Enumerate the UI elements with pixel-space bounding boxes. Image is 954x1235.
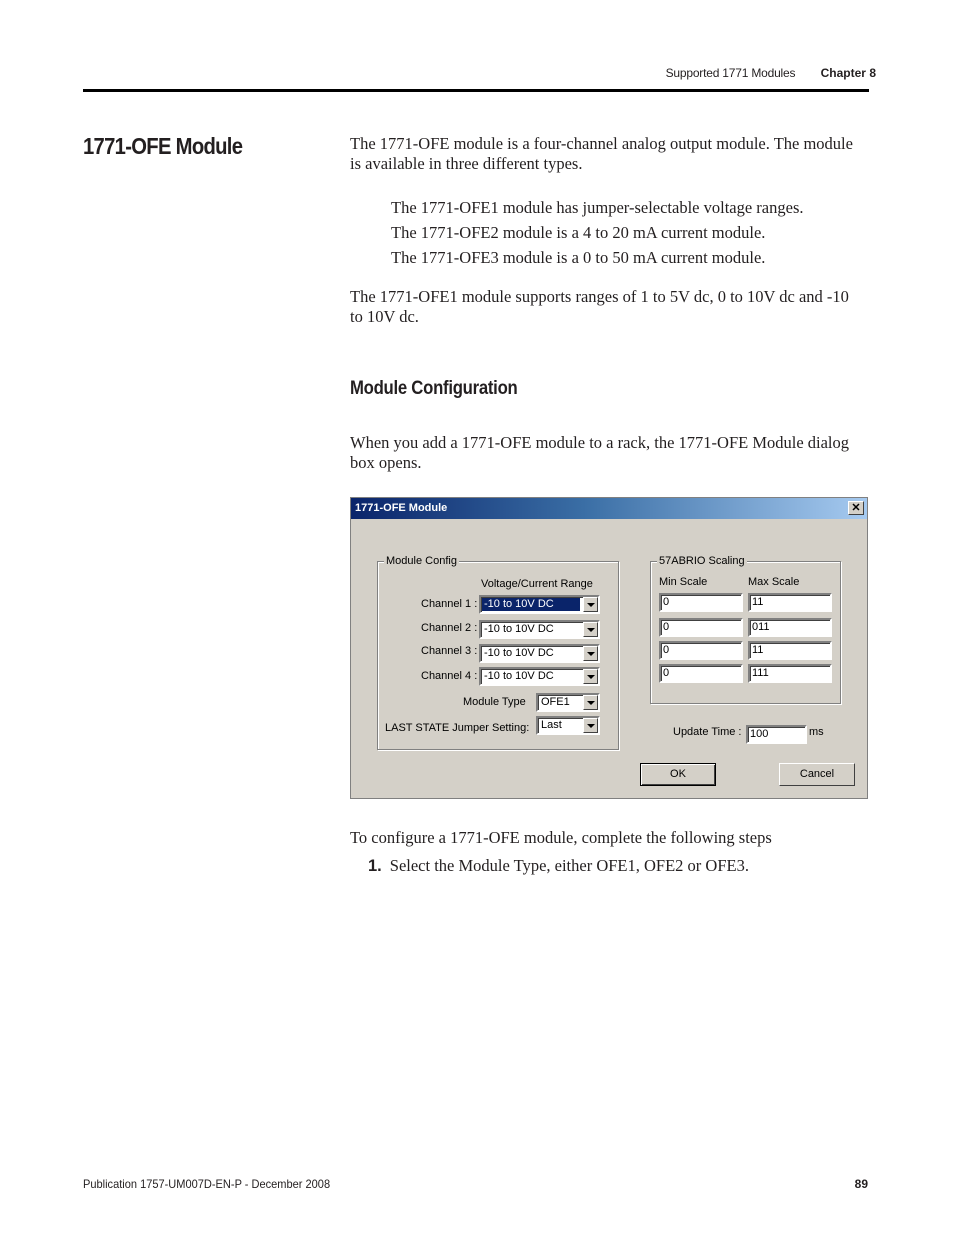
chevron-down-icon[interactable] — [583, 622, 598, 637]
update-time-value: 100 — [750, 728, 769, 740]
chevron-down-icon[interactable] — [583, 646, 598, 661]
chevron-down-icon[interactable] — [583, 597, 598, 612]
module-types-list: The 1771-OFE1 module has jumper-selectab… — [391, 195, 804, 270]
subheading: Module Configuration — [350, 378, 518, 399]
header-chapter-label: Chapter 8 — [820, 66, 876, 80]
channel-1-value: -10 to 10V DC — [482, 598, 580, 611]
step-item: 1. Select the Module Type, either OFE1, O… — [368, 856, 749, 876]
step-number: 1. — [368, 857, 382, 875]
min-scale-input-2[interactable]: 0 — [659, 618, 743, 637]
update-time-input[interactable]: 100 — [746, 725, 807, 744]
channel-3-label: Channel 3 : — [421, 645, 478, 657]
module-type-item: The 1771-OFE1 module has jumper-selectab… — [391, 198, 804, 217]
running-header: Supported 1771 Modules Chapter 8 — [666, 66, 876, 80]
cancel-button[interactable]: Cancel — [779, 763, 855, 786]
steps-intro: To configure a 1771-OFE module, complete… — [350, 828, 772, 847]
dialog-titlebar: 1771-OFE Module ✕ — [351, 498, 867, 519]
module-type-value: OFE1 — [541, 696, 570, 708]
update-time-label: Update Time : — [673, 726, 742, 738]
last-state-label: LAST STATE Jumper Setting: — [385, 722, 530, 734]
channel-4-range-select[interactable]: -10 to 10V DC — [479, 667, 600, 686]
max-scale-value: 011 — [752, 621, 770, 633]
module-config-group-label: Module Config — [384, 555, 459, 568]
channel-4-label: Channel 4 : — [421, 670, 478, 682]
channel-2-range-select[interactable]: -10 to 10V DC — [479, 620, 600, 639]
update-time-unit: ms — [809, 726, 824, 738]
channel-3-range-select[interactable]: -10 to 10V DC — [479, 644, 600, 663]
max-scale-input-3[interactable]: 11 — [748, 641, 832, 660]
last-state-value: Last — [541, 719, 562, 731]
min-scale-value: 0 — [663, 667, 670, 679]
min-scale-input-4[interactable]: 0 — [659, 664, 743, 683]
footer-page-number: 89 — [854, 1177, 868, 1191]
footer-publication: Publication 1757-UM007D-EN-P - December … — [83, 1177, 331, 1191]
chevron-down-icon[interactable] — [583, 718, 598, 733]
min-scale-input-3[interactable]: 0 — [659, 641, 743, 660]
channel-1-range-select[interactable]: -10 to 10V DC — [479, 595, 600, 614]
ranges-paragraph: The 1771-OFE1 module supports ranges of … — [350, 287, 849, 326]
module-type-item: The 1771-OFE3 module is a 0 to 50 mA cur… — [391, 248, 766, 267]
intro-paragraph: The 1771-OFE module is a four-channel an… — [350, 134, 853, 173]
channel-2-value: -10 to 10V DC — [484, 623, 554, 635]
ok-button[interactable]: OK — [640, 763, 716, 786]
close-button[interactable]: ✕ — [848, 501, 864, 515]
close-icon: ✕ — [851, 502, 861, 514]
dialog-title: 1771-OFE Module — [355, 502, 448, 514]
module-type-label: Module Type — [463, 696, 526, 708]
max-scale-input-1[interactable]: 11 — [748, 593, 832, 612]
channel-1-label: Channel 1 : — [421, 598, 478, 610]
step-text: Select the Module Type, either OFE1, OFE… — [389, 856, 749, 875]
module-type-select[interactable]: OFE1 — [536, 693, 600, 712]
max-scale-input-4[interactable]: 111 — [748, 664, 832, 683]
header-section-label: Supported 1771 Modules — [665, 66, 796, 80]
min-scale-value: 0 — [663, 644, 670, 656]
chevron-down-icon[interactable] — [583, 695, 598, 710]
max-scale-value: 11 — [752, 644, 764, 656]
min-scale-value: 0 — [663, 621, 670, 633]
min-scale-value: 0 — [663, 596, 670, 608]
max-scale-input-2[interactable]: 011 — [748, 618, 832, 637]
last-state-select[interactable]: Last — [536, 716, 600, 735]
channel-4-value: -10 to 10V DC — [484, 670, 554, 682]
min-scale-header: Min Scale — [659, 576, 708, 588]
section-title: 1771-OFE Module — [83, 133, 243, 159]
chevron-down-icon[interactable] — [583, 669, 598, 684]
channel-2-label: Channel 2 : — [421, 622, 478, 634]
max-scale-header: Max Scale — [748, 576, 800, 588]
config-paragraph: When you add a 1771-OFE module to a rack… — [350, 433, 850, 472]
header-rule — [83, 89, 869, 92]
module-type-item: The 1771-OFE2 module is a 4 to 20 mA cur… — [391, 223, 766, 242]
max-scale-value: 111 — [752, 667, 769, 679]
scaling-group-label: 57ABRIO Scaling — [657, 555, 747, 568]
module-dialog: 1771-OFE Module ✕ Module Config Voltage/… — [350, 497, 868, 799]
voltage-range-header: Voltage/Current Range — [481, 578, 593, 590]
min-scale-input-1[interactable]: 0 — [659, 593, 743, 612]
channel-3-value: -10 to 10V DC — [484, 647, 554, 659]
max-scale-value: 11 — [752, 596, 764, 608]
